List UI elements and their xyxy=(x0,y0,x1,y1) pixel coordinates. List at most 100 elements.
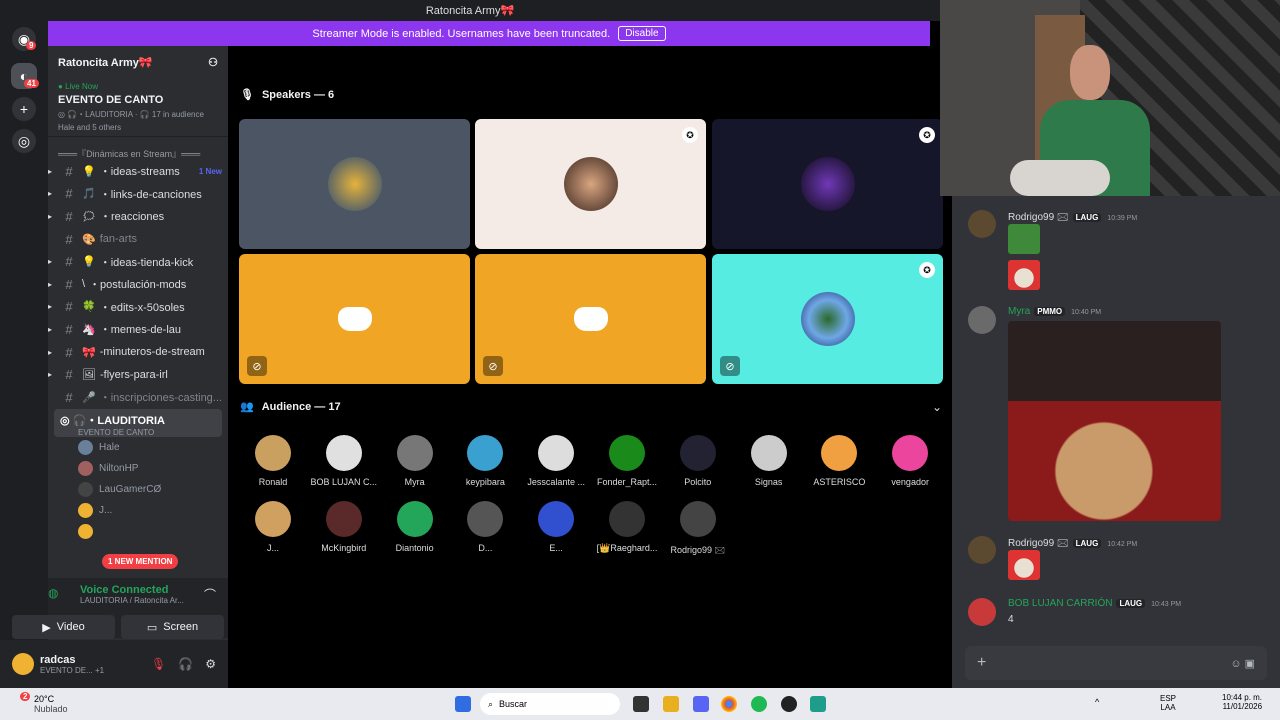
hash-icon: # xyxy=(65,276,73,292)
add-member-icon[interactable]: ⚇ xyxy=(208,56,218,69)
voice-actions: ▶ Video ▭ Screen xyxy=(12,615,224,639)
file-explorer-icon[interactable] xyxy=(663,696,679,712)
channel-item[interactable]: ▸ # 🎵 ・links-de-canciones xyxy=(48,183,228,206)
channel-item[interactable]: ▸ # 🎀 -minuteros-de-stream xyxy=(48,341,228,364)
user-avatar[interactable] xyxy=(12,653,34,675)
message-author[interactable]: BOB LUJAN CARRIÓN LAUG 10:43 PM xyxy=(1008,598,1181,609)
audience-name: Diantonio xyxy=(395,543,434,553)
notepad-icon[interactable] xyxy=(810,696,826,712)
audience-member[interactable]: Fonder_Rapt... xyxy=(592,435,662,487)
task-view-icon[interactable] xyxy=(633,696,649,712)
discord-taskbar-icon[interactable] xyxy=(693,696,709,712)
audience-member[interactable]: ASTERISCO xyxy=(804,435,874,487)
hash-icon: # xyxy=(65,389,73,405)
language-indicator[interactable]: ESP LAA xyxy=(1160,694,1176,712)
audience-member[interactable]: vengador xyxy=(875,435,945,487)
server-header[interactable]: Ratoncita Army🎀 ⚇ xyxy=(48,46,228,78)
voice-member[interactable] xyxy=(48,521,228,542)
video-button[interactable]: ▶ Video xyxy=(12,615,115,639)
chevron-up-icon[interactable]: ^ xyxy=(1095,697,1099,707)
channel-item[interactable]: ▸ # 💡 ・ideas-streams 1 New xyxy=(48,160,228,183)
channel-item[interactable]: ▸ # 💡 ・ideas-tienda-kick xyxy=(48,250,228,273)
sticker-image[interactable] xyxy=(1008,260,1040,290)
cat-image[interactable] xyxy=(1008,321,1221,521)
taskbar-search[interactable]: ⌕ Buscar xyxy=(480,693,620,715)
audience-member[interactable]: E... xyxy=(521,501,591,553)
voice-member[interactable]: NiltonHP xyxy=(48,458,228,479)
channel-item[interactable]: ▸ # 🦄 ・memes-de-lau xyxy=(48,318,228,341)
speaker-tile[interactable]: ⊘ xyxy=(475,254,706,384)
audience-member[interactable]: Diantonio xyxy=(380,501,450,553)
audience-member[interactable]: Polcito xyxy=(663,435,733,487)
sticker-image[interactable] xyxy=(1008,550,1040,580)
webcam-overlay xyxy=(940,0,1280,196)
channel-name: -minuteros-de-stream xyxy=(99,346,205,359)
avatar[interactable] xyxy=(968,598,996,626)
windows-start-icon[interactable] xyxy=(455,696,471,712)
discover-icon[interactable]: ◎ xyxy=(12,129,36,153)
clock[interactable]: 10:44 p. m. 11/01/2026 xyxy=(1222,693,1262,711)
audience-member[interactable]: Jesscalante ... xyxy=(521,435,591,487)
chat-input[interactable]: + ☺ ▣ xyxy=(965,646,1267,680)
speaker-tile[interactable]: ⊘ xyxy=(239,254,470,384)
voice-member[interactable]: LauGamerCØ xyxy=(48,479,228,500)
screen-share-button[interactable]: ▭ Screen xyxy=(121,615,224,639)
new-mention-pill[interactable]: 1 NEW MENTION xyxy=(102,554,179,569)
chrome-icon[interactable] xyxy=(721,696,737,712)
plus-icon[interactable]: + xyxy=(977,654,986,672)
live-event-card[interactable]: ● Live Now EVENTO DE CANTO ◎ 🎧・LAUDITORI… xyxy=(48,78,228,137)
voice-channel-lauditoria[interactable]: ◎ 🎧・LAUDITORIA EVENTO DE CANTO xyxy=(54,408,222,437)
disable-streamer-mode-button[interactable]: Disable xyxy=(618,26,666,41)
channel-item[interactable]: # 🎤 ・inscripciones-casting... xyxy=(48,386,228,409)
avatar[interactable] xyxy=(968,210,996,238)
channel-name: ・postulación-mods xyxy=(89,279,187,292)
channel-item[interactable]: ▸ # 🖼 -flyers-para-irl xyxy=(48,363,228,386)
audience-member[interactable]: keypibara xyxy=(450,435,520,487)
voice-member[interactable]: Hale xyxy=(48,437,228,458)
audience-member[interactable]: Ronald xyxy=(238,435,308,487)
live-status: ● Live Now xyxy=(58,82,98,91)
channel-item[interactable]: ▸ # 🗯 ・reacciones xyxy=(48,205,228,228)
channel-item[interactable]: ▸ # 🍀 ・edits-x-50soles xyxy=(48,296,228,319)
speaker-tile[interactable]: ✪ xyxy=(712,119,943,249)
disconnect-icon[interactable]: ⌒ xyxy=(204,586,216,603)
unread-dot-icon: ▸ xyxy=(48,189,53,199)
voice-member[interactable]: J... xyxy=(48,500,228,521)
audience-name: Polcito xyxy=(684,477,712,487)
channel-item[interactable]: # 🎨 fan-arts xyxy=(48,228,228,251)
emoji-icon[interactable]: ☺ ▣ xyxy=(1230,657,1255,670)
chevron-down-icon[interactable]: ⌄ xyxy=(932,400,942,414)
category-header[interactable]: ═══『Dinámicas en Stream』═══ xyxy=(48,137,228,160)
channel-item[interactable]: ▸ # \ ・postulación-mods xyxy=(48,273,228,296)
streamer-mode-banner: Streamer Mode is enabled. Usernames have… xyxy=(48,21,930,46)
spotify-icon[interactable] xyxy=(751,696,767,712)
audience-name: [👑Raeghard... xyxy=(596,543,658,553)
settings-gear-icon[interactable]: ⚙ xyxy=(205,657,216,671)
audience-name: J... xyxy=(266,543,279,553)
moderator-icon: ✪ xyxy=(919,262,935,278)
headphones-icon[interactable]: 🎧 xyxy=(178,657,193,671)
audience-member[interactable]: D... xyxy=(450,501,520,553)
add-server-icon[interactable]: + xyxy=(12,97,36,121)
people-icon: 👥 xyxy=(240,401,254,413)
audience-member[interactable]: Rodrigo99 🖂 xyxy=(663,501,733,559)
audience-member[interactable]: Myra xyxy=(380,435,450,487)
mute-icon[interactable]: 🎙 xyxy=(151,657,166,671)
speaker-tile[interactable] xyxy=(239,119,470,249)
audience-member[interactable]: BOB LUJAN C... xyxy=(309,435,379,487)
discord-logo-icon xyxy=(337,307,372,331)
avatar[interactable] xyxy=(968,536,996,564)
speaker-tile[interactable]: ✪ xyxy=(475,119,706,249)
audience-member[interactable]: [👑Raeghard... xyxy=(592,501,662,554)
avatar[interactable] xyxy=(968,306,996,334)
sticker-image[interactable] xyxy=(1008,224,1040,254)
audience-member[interactable]: McKingbird xyxy=(309,501,379,553)
audience-member[interactable]: J... xyxy=(238,501,308,553)
weather-widget[interactable]: 20°C Nublado xyxy=(34,694,68,714)
message-author[interactable]: Myra PMMO 10:40 PM xyxy=(1008,306,1101,317)
unread-dot-icon: ▸ xyxy=(48,166,53,176)
speaker-tile[interactable]: ✪ ⊘ xyxy=(712,254,943,384)
audience-name: BOB LUJAN C... xyxy=(310,477,378,487)
audience-member[interactable]: Signas xyxy=(734,435,804,487)
obs-icon[interactable] xyxy=(781,696,797,712)
